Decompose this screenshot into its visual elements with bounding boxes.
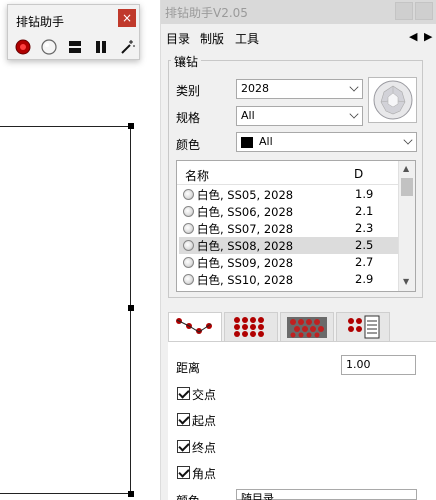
resize-handle-top-right[interactable] xyxy=(128,123,134,129)
color-value: All xyxy=(259,135,273,148)
resize-handle-mid-right[interactable] xyxy=(128,305,134,311)
pattern-tool-tab[interactable] xyxy=(280,312,334,342)
scroll-down-icon[interactable]: ▼ xyxy=(403,277,409,286)
intersection-checkbox[interactable] xyxy=(177,387,190,400)
list-scrollbar[interactable]: ▲ ▼ xyxy=(398,161,415,291)
menu-bar: 目录 制版 工具 ◀ ▶ xyxy=(161,26,436,48)
mini-palette-title: 排钻助手 xyxy=(16,15,65,29)
bottom-color-label: 颜色 xyxy=(176,492,200,500)
settings-tool-icon xyxy=(348,315,380,339)
resize-handle-bottom-right[interactable] xyxy=(128,491,134,497)
distance-value: 1.00 xyxy=(346,358,371,371)
list-item[interactable]: 白色, SS10, 2028 2.9 xyxy=(179,271,399,288)
rhinestone-group-title: 镶钻 xyxy=(171,53,202,70)
mini-palette: 排钻助手 × xyxy=(7,4,140,60)
gem-radio-icon xyxy=(183,240,194,251)
gem-radio-icon xyxy=(183,189,194,200)
rhinestone-list[interactable]: 名称 D 白色, SS05, 2028 1.9 白色, SS06, 2028 2… xyxy=(176,160,416,292)
category-value: 2028 xyxy=(241,82,269,95)
grid-tool-tab[interactable] xyxy=(224,312,278,342)
corner-point-checkbox[interactable] xyxy=(177,466,190,479)
color-select[interactable]: All xyxy=(236,132,417,152)
mini-close-button[interactable]: × xyxy=(118,9,136,27)
menu-catalog[interactable]: 目录 xyxy=(166,30,190,47)
panel-titlebar[interactable]: 排钻助手V2.05 xyxy=(161,0,436,24)
category-select[interactable]: 2028 xyxy=(236,79,363,99)
menu-plate[interactable]: 制版 xyxy=(200,30,224,47)
chevron-down-icon xyxy=(403,135,413,145)
intersection-label: 交点 xyxy=(192,388,217,402)
gem-radio-icon xyxy=(183,223,194,234)
path-tool-tab[interactable] xyxy=(168,312,222,344)
list-item[interactable]: 白色, SS06, 2028 2.1 xyxy=(179,203,399,220)
scrollbar-thumb[interactable] xyxy=(401,178,413,196)
pause-icon[interactable] xyxy=(92,38,110,56)
menu-tools[interactable]: 工具 xyxy=(235,30,259,47)
magic-wand-icon[interactable] xyxy=(118,38,136,56)
gem-preview xyxy=(368,77,417,123)
start-point-label: 起点 xyxy=(192,414,217,428)
chevron-down-icon xyxy=(349,109,359,119)
canvas-selection-frame[interactable] xyxy=(0,126,131,494)
color-swatch xyxy=(241,137,253,148)
path-tool-icon xyxy=(176,318,212,334)
grid-tool-icon xyxy=(234,317,264,337)
menu-scroll-left-icon[interactable]: ◀ xyxy=(409,30,417,43)
end-point-label: 终点 xyxy=(192,441,217,455)
distance-label: 距离 xyxy=(176,361,201,375)
panel-minimize-button[interactable] xyxy=(395,2,413,20)
column-name[interactable]: 名称 xyxy=(185,167,209,184)
spec-value: All xyxy=(241,109,255,122)
gem-radio-icon xyxy=(183,274,194,285)
mini-toolbar xyxy=(14,38,136,56)
gem-radio-icon xyxy=(183,257,194,268)
color-label: 颜色 xyxy=(176,138,201,152)
panel-close-button[interactable] xyxy=(415,2,433,20)
start-point-checkbox[interactable] xyxy=(177,413,190,426)
two-bars-icon[interactable] xyxy=(66,38,84,56)
corner-point-label: 角点 xyxy=(192,467,217,481)
spec-select[interactable]: All xyxy=(236,106,363,126)
settings-tool-tab[interactable] xyxy=(336,312,390,342)
spec-label: 规格 xyxy=(176,111,201,125)
list-item[interactable]: 白色, SS07, 2028 2.3 xyxy=(179,220,399,237)
scroll-up-icon[interactable]: ▲ xyxy=(403,164,409,173)
list-item[interactable]: 白色, SS05, 2028 1.9 xyxy=(179,186,399,203)
red-gem-icon[interactable] xyxy=(14,38,32,56)
end-point-checkbox[interactable] xyxy=(177,440,190,453)
list-item[interactable]: 白色, SS09, 2028 2.7 xyxy=(179,254,399,271)
white-gem-icon[interactable] xyxy=(40,38,58,56)
list-item-selected[interactable]: 白色, SS08, 2028 2.5 xyxy=(179,237,399,254)
bottom-color-value: 随目录 xyxy=(241,492,274,500)
bottom-color-select[interactable]: 随目录 xyxy=(236,489,417,500)
crystal-icon xyxy=(373,80,413,120)
category-label: 类别 xyxy=(176,84,201,98)
list-header: 名称 D xyxy=(177,161,399,185)
distance-input[interactable]: 1.00 xyxy=(341,355,416,375)
panel-title: 排钻助手V2.05 xyxy=(165,6,248,20)
gem-radio-icon xyxy=(183,206,194,217)
chevron-down-icon xyxy=(349,82,359,92)
pattern-tool-icon xyxy=(287,317,327,338)
menu-scroll-right-icon[interactable]: ▶ xyxy=(424,30,432,43)
column-d[interactable]: D xyxy=(354,167,363,181)
